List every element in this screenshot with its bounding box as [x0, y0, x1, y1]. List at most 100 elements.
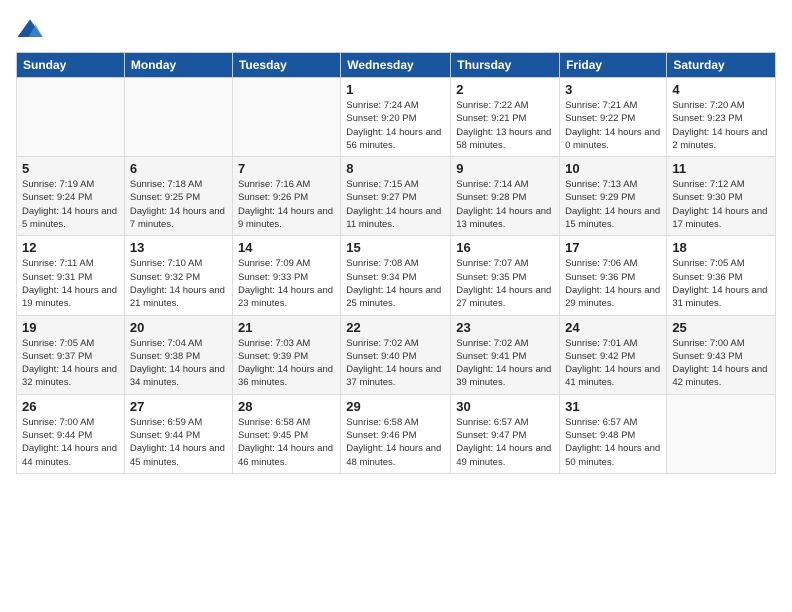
calendar-cell — [124, 78, 232, 157]
cell-info: Sunrise: 6:57 AMSunset: 9:48 PMDaylight:… — [565, 416, 661, 469]
cell-date: 24 — [565, 320, 661, 335]
cell-info: Sunrise: 7:15 AMSunset: 9:27 PMDaylight:… — [346, 178, 445, 231]
calendar-cell: 16 Sunrise: 7:07 AMSunset: 9:35 PMDayligh… — [451, 236, 560, 315]
cell-info: Sunrise: 7:13 AMSunset: 9:29 PMDaylight:… — [565, 178, 661, 231]
calendar-cell: 28 Sunrise: 6:58 AMSunset: 9:45 PMDayligh… — [232, 394, 340, 473]
cell-info: Sunrise: 7:21 AMSunset: 9:22 PMDaylight:… — [565, 99, 661, 152]
cell-info: Sunrise: 7:08 AMSunset: 9:34 PMDaylight:… — [346, 257, 445, 310]
cell-date: 9 — [456, 161, 554, 176]
day-header-saturday: Saturday — [667, 53, 776, 78]
cell-date: 20 — [130, 320, 227, 335]
day-header-wednesday: Wednesday — [341, 53, 451, 78]
cell-date: 18 — [672, 240, 770, 255]
cell-date: 30 — [456, 399, 554, 414]
cell-date: 25 — [672, 320, 770, 335]
cell-info: Sunrise: 7:07 AMSunset: 9:35 PMDaylight:… — [456, 257, 554, 310]
cell-info: Sunrise: 6:58 AMSunset: 9:46 PMDaylight:… — [346, 416, 445, 469]
calendar-cell: 30 Sunrise: 6:57 AMSunset: 9:47 PMDayligh… — [451, 394, 560, 473]
cell-info: Sunrise: 7:01 AMSunset: 9:42 PMDaylight:… — [565, 337, 661, 390]
cell-date: 21 — [238, 320, 335, 335]
calendar-cell: 25 Sunrise: 7:00 AMSunset: 9:43 PMDayligh… — [667, 315, 776, 394]
day-header-sunday: Sunday — [17, 53, 125, 78]
cell-date: 17 — [565, 240, 661, 255]
calendar-cell: 20 Sunrise: 7:04 AMSunset: 9:38 PMDayligh… — [124, 315, 232, 394]
cell-info: Sunrise: 7:19 AMSunset: 9:24 PMDaylight:… — [22, 178, 119, 231]
cell-date: 3 — [565, 82, 661, 97]
cell-info: Sunrise: 7:20 AMSunset: 9:23 PMDaylight:… — [672, 99, 770, 152]
cell-date: 6 — [130, 161, 227, 176]
cell-date: 22 — [346, 320, 445, 335]
calendar-cell: 2Sunrise: 7:22 AMSunset: 9:21 PMDaylight… — [451, 78, 560, 157]
calendar-cell: 31 Sunrise: 6:57 AMSunset: 9:48 PMDayligh… — [560, 394, 667, 473]
calendar-cell: 8 Sunrise: 7:15 AMSunset: 9:27 PMDaylight… — [341, 157, 451, 236]
cell-date: 31 — [565, 399, 661, 414]
calendar-cell: 14 Sunrise: 7:09 AMSunset: 9:33 PMDayligh… — [232, 236, 340, 315]
calendar-cell: 4 Sunrise: 7:20 AMSunset: 9:23 PMDaylight… — [667, 78, 776, 157]
logo-icon — [16, 16, 44, 44]
calendar-table: SundayMondayTuesdayWednesdayThursdayFrid… — [16, 52, 776, 474]
cell-date: 12 — [22, 240, 119, 255]
calendar-cell: 13 Sunrise: 7:10 AMSunset: 9:32 PMDayligh… — [124, 236, 232, 315]
calendar-cell: 17 Sunrise: 7:06 AMSunset: 9:36 PMDayligh… — [560, 236, 667, 315]
day-header-friday: Friday — [560, 53, 667, 78]
calendar-cell: 7Sunrise: 7:16 AMSunset: 9:26 PMDaylight… — [232, 157, 340, 236]
calendar-cell — [232, 78, 340, 157]
cell-date: 11 — [672, 161, 770, 176]
cell-date: 23 — [456, 320, 554, 335]
calendar-cell: 27 Sunrise: 6:59 AMSunset: 9:44 PMDayligh… — [124, 394, 232, 473]
calendar-cell: 23 Sunrise: 7:02 AMSunset: 9:41 PMDayligh… — [451, 315, 560, 394]
cell-info: Sunrise: 7:04 AMSunset: 9:38 PMDaylight:… — [130, 337, 227, 390]
calendar-cell: 10 Sunrise: 7:13 AMSunset: 9:29 PMDayligh… — [560, 157, 667, 236]
cell-info: Sunrise: 7:05 AMSunset: 9:36 PMDaylight:… — [672, 257, 770, 310]
calendar-cell: 6 Sunrise: 7:18 AMSunset: 9:25 PMDaylight… — [124, 157, 232, 236]
cell-info: Sunrise: 7:11 AMSunset: 9:31 PMDaylight:… — [22, 257, 119, 310]
cell-date: 15 — [346, 240, 445, 255]
cell-date: 28 — [238, 399, 335, 414]
cell-date: 8 — [346, 161, 445, 176]
calendar-cell: 3 Sunrise: 7:21 AMSunset: 9:22 PMDaylight… — [560, 78, 667, 157]
calendar-cell: 21 Sunrise: 7:03 AMSunset: 9:39 PMDayligh… — [232, 315, 340, 394]
calendar-cell: 1 Sunrise: 7:24 AMSunset: 9:20 PMDaylight… — [341, 78, 451, 157]
calendar-cell — [17, 78, 125, 157]
calendar-cell: 22 Sunrise: 7:02 AMSunset: 9:40 PMDayligh… — [341, 315, 451, 394]
cell-info: Sunrise: 7:00 AMSunset: 9:43 PMDaylight:… — [672, 337, 770, 390]
cell-info: Sunrise: 7:06 AMSunset: 9:36 PMDaylight:… — [565, 257, 661, 310]
logo — [16, 16, 48, 44]
cell-info: Sunrise: 7:22 AMSunset: 9:21 PMDaylight:… — [456, 99, 554, 152]
cell-date: 5 — [22, 161, 119, 176]
day-header-tuesday: Tuesday — [232, 53, 340, 78]
cell-date: 27 — [130, 399, 227, 414]
cell-info: Sunrise: 7:12 AMSunset: 9:30 PMDaylight:… — [672, 178, 770, 231]
day-header-monday: Monday — [124, 53, 232, 78]
cell-info: Sunrise: 7:02 AMSunset: 9:40 PMDaylight:… — [346, 337, 445, 390]
cell-date: 26 — [22, 399, 119, 414]
cell-info: Sunrise: 6:59 AMSunset: 9:44 PMDaylight:… — [130, 416, 227, 469]
cell-info: Sunrise: 7:18 AMSunset: 9:25 PMDaylight:… — [130, 178, 227, 231]
calendar-cell: 19 Sunrise: 7:05 AMSunset: 9:37 PMDayligh… — [17, 315, 125, 394]
cell-info: Sunrise: 7:03 AMSunset: 9:39 PMDaylight:… — [238, 337, 335, 390]
cell-date: 13 — [130, 240, 227, 255]
calendar-cell: 5 Sunrise: 7:19 AMSunset: 9:24 PMDaylight… — [17, 157, 125, 236]
cell-info: Sunrise: 7:14 AMSunset: 9:28 PMDaylight:… — [456, 178, 554, 231]
calendar-cell: 15 Sunrise: 7:08 AMSunset: 9:34 PMDayligh… — [341, 236, 451, 315]
calendar-cell: 11 Sunrise: 7:12 AMSunset: 9:30 PMDayligh… — [667, 157, 776, 236]
cell-info: Sunrise: 7:10 AMSunset: 9:32 PMDaylight:… — [130, 257, 227, 310]
cell-date: 1 — [346, 82, 445, 97]
cell-info: Sunrise: 7:00 AMSunset: 9:44 PMDaylight:… — [22, 416, 119, 469]
cell-info: Sunrise: 7:02 AMSunset: 9:41 PMDaylight:… — [456, 337, 554, 390]
calendar-cell — [667, 394, 776, 473]
cell-info: Sunrise: 7:05 AMSunset: 9:37 PMDaylight:… — [22, 337, 119, 390]
cell-info: Sunrise: 7:09 AMSunset: 9:33 PMDaylight:… — [238, 257, 335, 310]
cell-date: 10 — [565, 161, 661, 176]
calendar-cell: 9 Sunrise: 7:14 AMSunset: 9:28 PMDaylight… — [451, 157, 560, 236]
cell-date: 19 — [22, 320, 119, 335]
calendar-cell: 29 Sunrise: 6:58 AMSunset: 9:46 PMDayligh… — [341, 394, 451, 473]
cell-info: Sunrise: 6:58 AMSunset: 9:45 PMDaylight:… — [238, 416, 335, 469]
cell-date: 16 — [456, 240, 554, 255]
cell-date: 14 — [238, 240, 335, 255]
cell-date: 4 — [672, 82, 770, 97]
cell-info: Sunrise: 7:16 AMSunset: 9:26 PMDaylight:… — [238, 178, 335, 231]
cell-date: 29 — [346, 399, 445, 414]
cell-info: Sunrise: 6:57 AMSunset: 9:47 PMDaylight:… — [456, 416, 554, 469]
cell-info: Sunrise: 7:24 AMSunset: 9:20 PMDaylight:… — [346, 99, 445, 152]
